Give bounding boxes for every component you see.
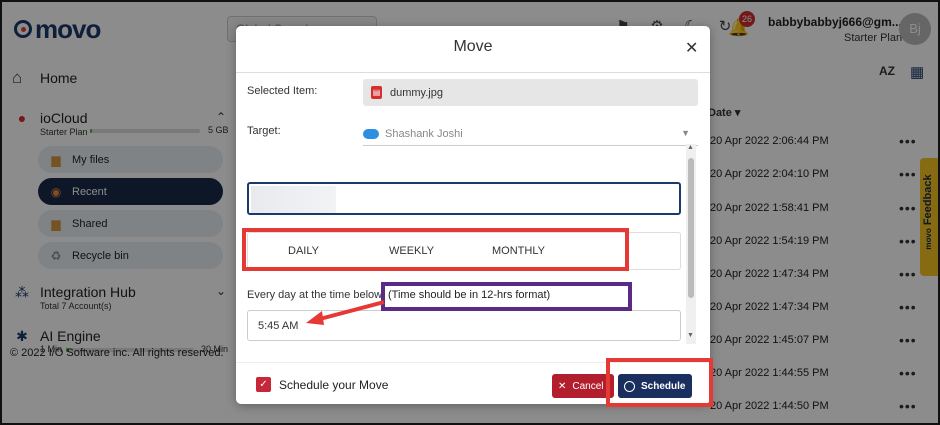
scroll-down-icon[interactable]: ▼ — [687, 332, 694, 339]
scroll-up-icon[interactable]: ▲ — [687, 144, 694, 151]
scroll-thumb[interactable] — [688, 158, 694, 298]
selected-item-label: Selected Item: — [247, 85, 318, 97]
onedrive-icon — [363, 128, 379, 139]
annotation-arrow — [306, 300, 385, 325]
schedule-checkbox[interactable]: ✓ — [256, 377, 271, 392]
file-icon: ▤ — [371, 86, 382, 99]
selected-item-value: dummy.jpg — [390, 86, 443, 99]
screenshot-frame: movo Global Search ⚑ ⚙ ☾ ↻ 🔔 26 babbybab… — [0, 0, 940, 425]
close-icon[interactable]: ✕ — [685, 38, 698, 58]
redacted-text — [251, 186, 336, 213]
dropdown-caret-icon: ▼ — [681, 128, 690, 138]
cancel-button[interactable]: ✕ Cancel — [552, 374, 614, 398]
selected-item-field: ▤ dummy.jpg — [363, 79, 698, 106]
dialog-title: Move — [453, 38, 493, 55]
dialog-divider — [236, 72, 710, 73]
close-icon: ✕ — [558, 380, 567, 392]
move-dialog: Move ✕ Selected Item: ▤ dummy.jpg Target… — [236, 26, 710, 404]
annotation-box-frequency — [242, 228, 629, 271]
cancel-label: Cancel — [572, 380, 604, 392]
target-value: Shashank Joshi — [385, 127, 463, 140]
annotation-box-schedule — [606, 358, 713, 407]
target-select[interactable]: Shashank Joshi ▼ — [363, 122, 698, 146]
target-label: Target: — [247, 125, 281, 137]
schedule-name-input[interactable] — [247, 182, 681, 215]
dialog-scrollbar[interactable]: ▲ ▼ — [686, 144, 696, 344]
schedule-checkbox-label: Schedule your Move — [279, 378, 389, 392]
annotation-note: (Time should be in 12-hrs format) — [388, 289, 551, 301]
